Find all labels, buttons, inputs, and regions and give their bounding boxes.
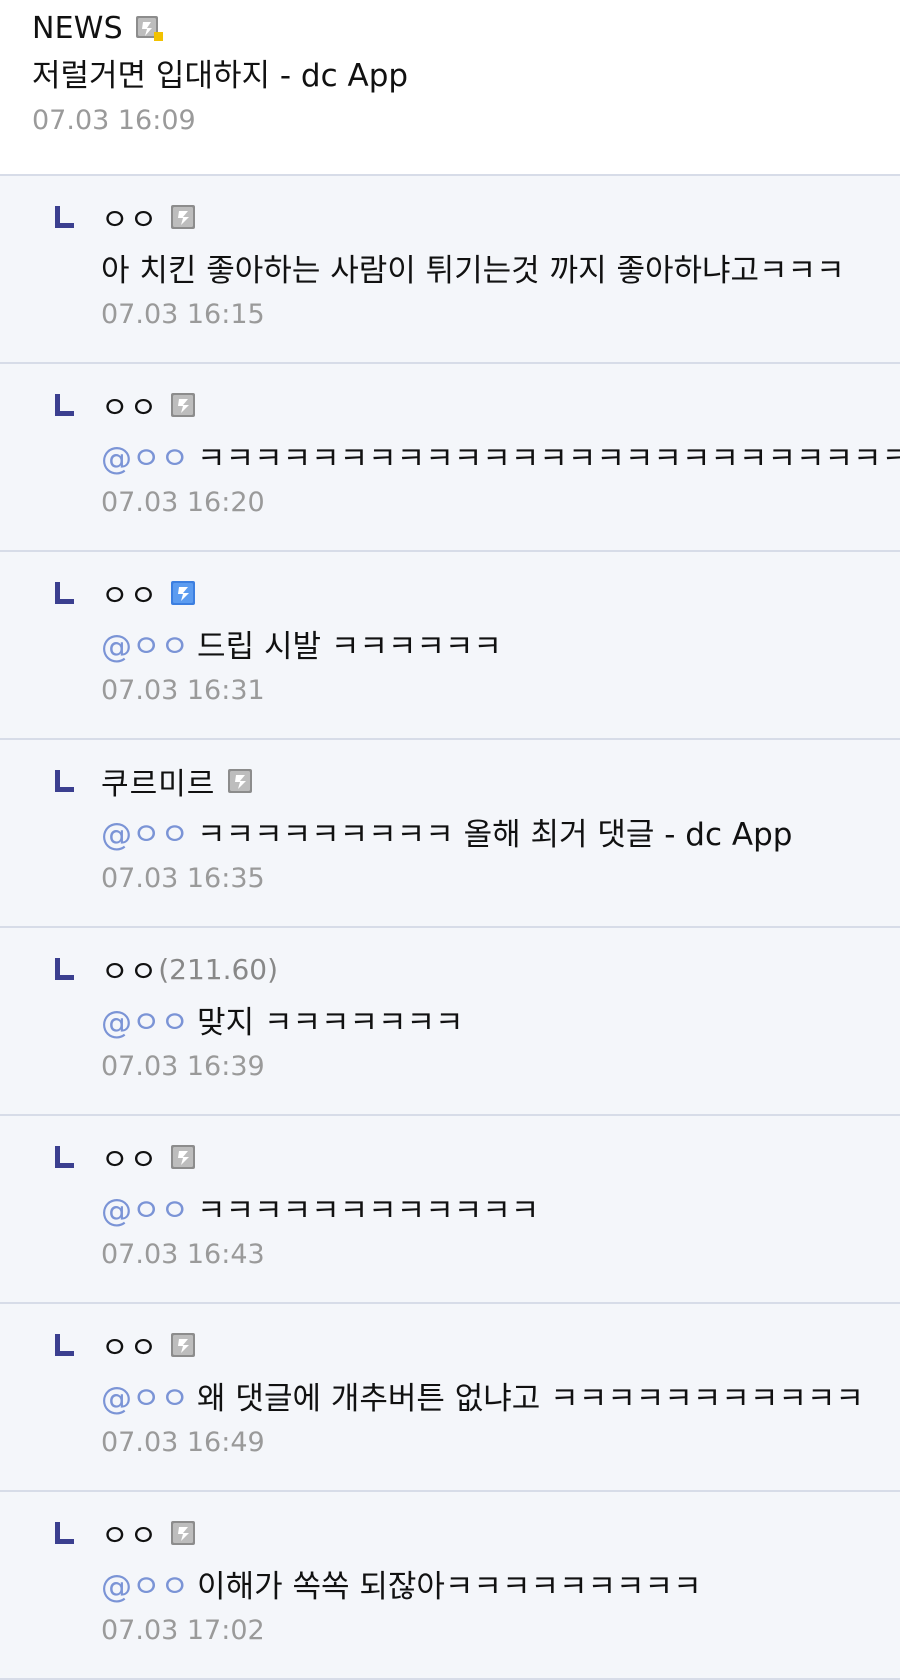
reply-text: @ㅇㅇ ㅋㅋㅋㅋㅋㅋㅋㅋㅋㅋㅋㅋ xyxy=(101,1191,900,1231)
reply-author-line: ㅇㅇ xyxy=(101,1327,900,1366)
reply-author-line: ㅇㅇ xyxy=(101,199,900,238)
reply-author-line: ㅇㅇ xyxy=(101,575,900,614)
reply-author[interactable]: ㅇㅇ xyxy=(101,1511,158,1555)
reply-text: @ㅇㅇ 드립 시발 ㅋㅋㅋㅋㅋㅋ xyxy=(101,627,900,667)
reply-arrow-icon xyxy=(55,206,74,228)
reply-text: @ㅇㅇ 왜 댓글에 개추버튼 없냐고 ㅋㅋㅋㅋㅋㅋㅋㅋㅋㅋㅋ xyxy=(101,1379,900,1419)
reply-timestamp: 07.03 16:43 xyxy=(101,1239,265,1270)
comment-thread: NEWS 저럴거면 입대하지 - dc App 07.03 16:09 ㅇㅇ 아 … xyxy=(0,0,900,1680)
reply-mention[interactable]: @ㅇㅇ xyxy=(101,1005,189,1041)
post-author-line: NEWS xyxy=(32,10,900,46)
reply-text: @ㅇㅇ 이해가 쏙쏙 되잖아ㅋㅋㅋㅋㅋㅋㅋㅋㅋ xyxy=(101,1567,900,1607)
reply-item: ㅇㅇ 아 치킨 좋아하는 사람이 튀기는것 까지 좋아하냐고ㅋㅋㅋ 07.03 16… xyxy=(0,176,900,364)
post-timestamp: 07.03 16:09 xyxy=(32,105,196,136)
reply-text: @ㅇㅇ 맞지 ㅋㅋㅋㅋㅋㅋㅋ xyxy=(101,1003,900,1043)
reply-item: ㅇㅇ @ㅇㅇ ㅋㅋㅋㅋㅋㅋㅋㅋㅋㅋㅋㅋ 07.03 16:43 xyxy=(0,1116,900,1304)
reply-arrow-icon xyxy=(55,1146,74,1168)
reply-arrow-icon xyxy=(55,394,74,416)
reply-timestamp: 07.03 16:20 xyxy=(101,487,265,518)
reply-author[interactable]: ㅇㅇ xyxy=(101,1323,158,1367)
reply-body: ㅋㅋㅋㅋㅋㅋㅋㅋㅋㅋㅋㅋㅋㅋㅋㅋㅋㅋㅋㅋㅋㅋㅋㅋㅋ xyxy=(197,441,900,477)
reply-item: ㅇㅇ @ㅇㅇ 이해가 쏙쏙 되잖아ㅋㅋㅋㅋㅋㅋㅋㅋㅋ 07.03 17:02 xyxy=(0,1492,900,1680)
reply-arrow-icon xyxy=(55,582,74,604)
reply-body: ㅋㅋㅋㅋㅋㅋㅋㅋㅋ 올해 최거 댓글 - dc App xyxy=(197,817,793,853)
reply-arrow-icon xyxy=(55,958,74,980)
reply-text: @ㅇㅇ ㅋㅋㅋㅋㅋㅋㅋㅋㅋ 올해 최거 댓글 - dc App xyxy=(101,815,900,855)
reply-body: 이해가 쏙쏙 되잖아ㅋㅋㅋㅋㅋㅋㅋㅋㅋ xyxy=(197,1569,702,1605)
reply-list: ㅇㅇ 아 치킨 좋아하는 사람이 튀기는것 까지 좋아하냐고ㅋㅋㅋ 07.03 16… xyxy=(0,176,900,1680)
reply-mention[interactable]: @ㅇㅇ xyxy=(101,441,189,477)
reply-body: 맞지 ㅋㅋㅋㅋㅋㅋㅋ xyxy=(197,1005,464,1041)
gray-gallery-icon xyxy=(227,768,255,794)
reply-timestamp: 07.03 16:15 xyxy=(101,299,265,330)
gray-gallery-icon xyxy=(170,1520,198,1546)
blue-gallery-icon xyxy=(170,580,198,606)
reply-arrow-icon xyxy=(55,770,74,792)
reply-item: ㅇㅇ (211.60) @ㅇㅇ 맞지 ㅋㅋㅋㅋㅋㅋㅋ 07.03 16:39 xyxy=(0,928,900,1116)
reply-author[interactable]: ㅇㅇ xyxy=(101,383,158,427)
reply-author[interactable]: ㅇㅇ xyxy=(101,195,158,239)
reply-mention[interactable]: @ㅇㅇ xyxy=(101,1569,189,1605)
reply-text: @ㅇㅇ ㅋㅋㅋㅋㅋㅋㅋㅋㅋㅋㅋㅋㅋㅋㅋㅋㅋㅋㅋㅋㅋㅋㅋㅋㅋ xyxy=(101,439,900,479)
gray-gallery-icon xyxy=(170,1144,198,1170)
post-text: 저럴거면 입대하지 - dc App xyxy=(32,58,409,94)
original-comment: NEWS 저럴거면 입대하지 - dc App 07.03 16:09 xyxy=(0,0,900,176)
reply-text: 아 치킨 좋아하는 사람이 튀기는것 까지 좋아하냐고ㅋㅋㅋ xyxy=(101,251,900,291)
post-author[interactable]: NEWS xyxy=(32,11,123,46)
reply-timestamp: 07.03 16:31 xyxy=(101,675,265,706)
gray-gallery-icon xyxy=(170,204,198,230)
reply-arrow-icon xyxy=(55,1522,74,1544)
reply-item: ㅇㅇ @ㅇㅇ ㅋㅋㅋㅋㅋㅋㅋㅋㅋㅋㅋㅋㅋㅋㅋㅋㅋㅋㅋㅋㅋㅋㅋㅋㅋ 07.03 16:2… xyxy=(0,364,900,552)
reply-timestamp: 07.03 16:35 xyxy=(101,863,265,894)
reply-author[interactable]: ㅇㅇ xyxy=(101,571,158,615)
reply-mention[interactable]: @ㅇㅇ xyxy=(101,629,189,665)
reply-author[interactable]: 쿠르미르 xyxy=(101,759,215,803)
reply-mention[interactable]: @ㅇㅇ xyxy=(101,1193,189,1229)
reply-author-line: 쿠르미르 xyxy=(101,763,900,802)
reply-body: 아 치킨 좋아하는 사람이 튀기는것 까지 좋아하냐고ㅋㅋㅋ xyxy=(101,253,845,289)
reply-item: 쿠르미르 @ㅇㅇ ㅋㅋㅋㅋㅋㅋㅋㅋㅋ 올해 최거 댓글 - dc App 07.03 … xyxy=(0,740,900,928)
reply-ip: (211.60) xyxy=(158,952,279,986)
reply-arrow-icon xyxy=(55,1334,74,1356)
reply-item: ㅇㅇ @ㅇㅇ 왜 댓글에 개추버튼 없냐고 ㅋㅋㅋㅋㅋㅋㅋㅋㅋㅋㅋ 07.03 16:… xyxy=(0,1304,900,1492)
gallery-new-icon xyxy=(135,15,163,41)
gray-gallery-icon xyxy=(170,1332,198,1358)
gray-gallery-icon xyxy=(170,392,198,418)
reply-timestamp: 07.03 17:02 xyxy=(101,1615,265,1646)
reply-mention[interactable]: @ㅇㅇ xyxy=(101,1381,189,1417)
reply-body: ㅋㅋㅋㅋㅋㅋㅋㅋㅋㅋㅋㅋ xyxy=(197,1193,540,1229)
reply-item: ㅇㅇ @ㅇㅇ 드립 시발 ㅋㅋㅋㅋㅋㅋ 07.03 16:31 xyxy=(0,552,900,740)
reply-author[interactable]: ㅇㅇ xyxy=(101,947,158,991)
reply-author[interactable]: ㅇㅇ xyxy=(101,1135,158,1179)
reply-body: 왜 댓글에 개추버튼 없냐고 ㅋㅋㅋㅋㅋㅋㅋㅋㅋㅋㅋ xyxy=(197,1381,864,1417)
reply-author-line: ㅇㅇ xyxy=(101,387,900,426)
reply-author-line: ㅇㅇ xyxy=(101,1139,900,1178)
reply-author-line: ㅇㅇ xyxy=(101,1515,900,1554)
reply-author-line: ㅇㅇ (211.60) xyxy=(101,951,900,991)
reply-timestamp: 07.03 16:49 xyxy=(101,1427,265,1458)
reply-body: 드립 시발 ㅋㅋㅋㅋㅋㅋ xyxy=(197,629,502,665)
reply-timestamp: 07.03 16:39 xyxy=(101,1051,265,1082)
reply-mention[interactable]: @ㅇㅇ xyxy=(101,817,189,853)
